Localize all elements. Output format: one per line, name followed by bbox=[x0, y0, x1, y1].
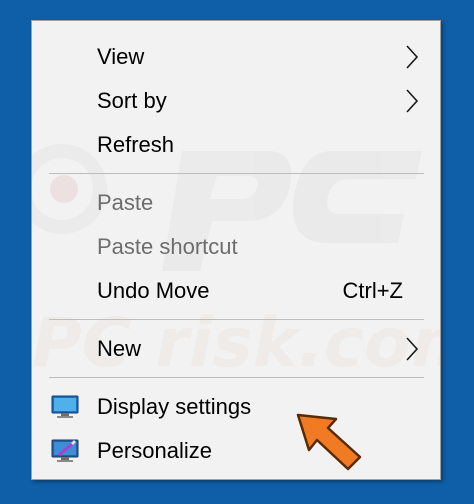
menu-item-refresh[interactable]: Refresh bbox=[32, 123, 440, 167]
chevron-right-icon bbox=[406, 45, 419, 69]
menu-item-personalize[interactable]: Personalize bbox=[32, 429, 440, 473]
menu-item-label: Display settings bbox=[97, 394, 252, 419]
menu-item-label: New bbox=[97, 336, 142, 361]
menu-item-display-settings[interactable]: Display settings bbox=[32, 385, 440, 429]
menu-item-label: Paste shortcut bbox=[97, 234, 238, 259]
menu-item-view[interactable]: View bbox=[32, 35, 440, 79]
menu-separator bbox=[49, 319, 424, 320]
menu-item-label: Refresh bbox=[97, 132, 175, 157]
desktop-background: PC risk.com View Sort by Refresh Paste P… bbox=[0, 0, 474, 504]
menu-item-paste[interactable]: Paste bbox=[32, 181, 440, 225]
menu-separator bbox=[49, 173, 424, 174]
menu-item-new[interactable]: New bbox=[32, 327, 440, 371]
menu-separator bbox=[49, 377, 424, 378]
menu-item-sort-by[interactable]: Sort by bbox=[32, 79, 440, 123]
menu-item-label: Undo Move bbox=[97, 278, 210, 303]
menu-item-label: Paste bbox=[97, 190, 154, 215]
chevron-right-icon bbox=[406, 89, 419, 113]
menu-item-label: Sort by bbox=[97, 88, 167, 113]
menu-item-label: View bbox=[97, 44, 145, 69]
menu-item-paste-shortcut[interactable]: Paste shortcut bbox=[32, 225, 440, 269]
display-settings-icon bbox=[51, 395, 79, 418]
personalize-icon bbox=[51, 439, 79, 462]
chevron-right-icon bbox=[406, 337, 419, 361]
menu-item-label: Personalize bbox=[97, 438, 212, 463]
desktop-context-menu: PC risk.com View Sort by Refresh Paste P… bbox=[31, 20, 441, 480]
menu-item-undo-move[interactable]: Undo Move Ctrl+Z bbox=[32, 269, 440, 313]
menu-item-shortcut: Ctrl+Z bbox=[342, 278, 404, 303]
